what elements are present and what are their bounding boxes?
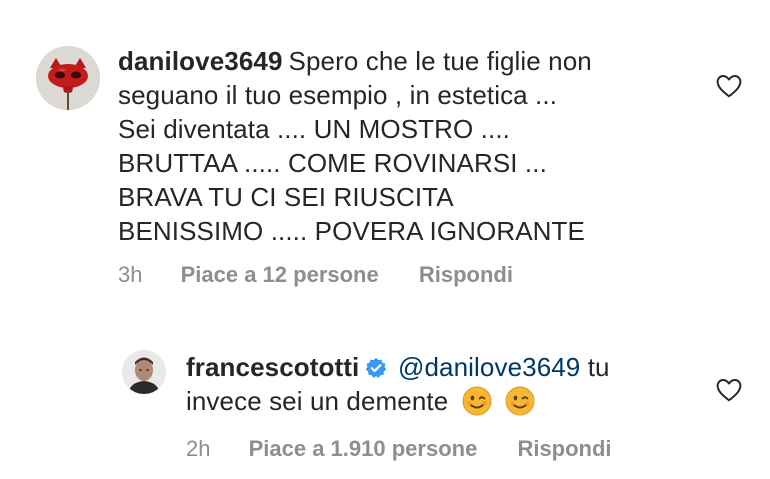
comment-francescototti: francescototti @danilove3649 tu invece s… xyxy=(0,300,770,479)
comment-line: tu xyxy=(587,352,610,382)
comment-line: BENISSIMO ..... POVERA IGNORANTE xyxy=(118,216,585,246)
winking-face-emoji xyxy=(505,386,535,416)
reply-button[interactable]: Rispondi xyxy=(517,436,611,462)
comment-text: francescototti @danilove3649 tu invece s… xyxy=(186,350,686,418)
comment-username[interactable]: danilove3649 xyxy=(118,46,283,76)
comment-meta: 2h Piace a 1.910 persone Rispondi xyxy=(186,436,612,462)
comment-danilove3649: danilove3649 Spero che le tue figlie non … xyxy=(0,0,770,300)
comment-text: danilove3649 Spero che le tue figlie non … xyxy=(118,44,698,248)
red-mask-avatar-image xyxy=(36,46,100,110)
comments-panel: danilove3649 Spero che le tue figlie non … xyxy=(0,0,770,479)
mention-link[interactable]: @danilove3649 xyxy=(398,352,580,382)
comment-line: BRUTTAA ..... COME ROVINARSI ... xyxy=(118,148,547,178)
comment-line: Spero che le tue figlie non xyxy=(288,46,592,76)
comment-line: invece sei un demente xyxy=(186,386,449,416)
comment-meta: 3h Piace a 12 persone Rispondi xyxy=(118,262,513,288)
likes-count-link[interactable]: Piace a 12 persone xyxy=(181,262,379,288)
comment-time: 3h xyxy=(118,262,143,287)
heart-outline-icon[interactable] xyxy=(716,378,742,402)
comment-username[interactable]: francescototti xyxy=(186,352,359,382)
likes-count-link[interactable]: Piace a 1.910 persone xyxy=(249,436,478,462)
comment-line: Sei diventata .... UN MOSTRO .... xyxy=(118,114,510,144)
avatar[interactable] xyxy=(36,46,100,110)
comment-time: 2h xyxy=(186,436,211,461)
comment-line: seguano il tuo esempio , in estetica ... xyxy=(118,80,558,110)
avatar[interactable] xyxy=(122,350,166,394)
winking-face-emoji xyxy=(462,386,492,416)
profile-photo-avatar-image xyxy=(122,350,166,394)
reply-button[interactable]: Rispondi xyxy=(419,262,513,288)
comment-line: BRAVA TU CI SEI RIUSCITA xyxy=(118,182,454,212)
verified-badge-icon xyxy=(365,358,386,378)
heart-outline-icon[interactable] xyxy=(716,74,742,98)
